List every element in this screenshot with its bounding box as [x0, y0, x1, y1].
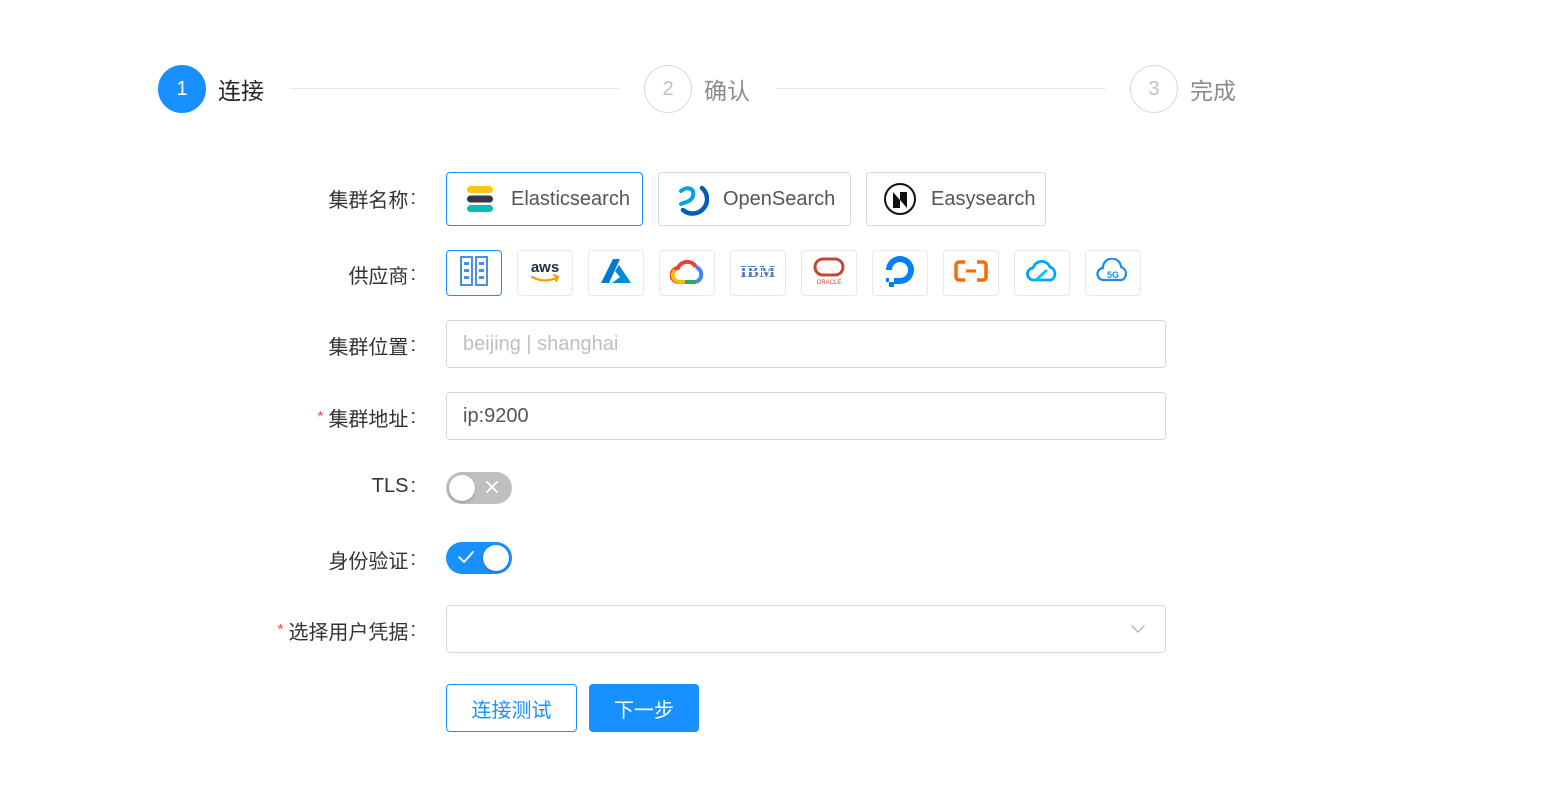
label-colon: : [410, 187, 416, 209]
step-divider [290, 88, 620, 89]
label-text: 身份验证 [328, 551, 409, 573]
credential-label: * 选择用户凭据: [277, 616, 416, 645]
provider-alibaba-cloud-button[interactable] [943, 250, 999, 296]
ibm-icon: IBM [738, 260, 778, 287]
provider-aws-button[interactable]: aws [517, 250, 573, 296]
azure-icon [600, 257, 632, 290]
required-mark: * [317, 408, 324, 426]
address-input[interactable]: ip:9200 [446, 392, 1166, 440]
distribution-elasticsearch-button[interactable]: Elasticsearch [446, 172, 643, 226]
alibaba-cloud-icon [954, 259, 988, 288]
step-title: 连接 [218, 78, 264, 104]
step-divider [776, 88, 1106, 89]
digitalocean-icon [883, 254, 917, 293]
step-title: 完成 [1190, 78, 1236, 104]
steps-bar: 1 连接 2 确认 3 完成 [158, 65, 1258, 113]
5g-icon-text: 5G [1107, 270, 1119, 280]
tencent-cloud-icon [1025, 258, 1059, 289]
aws-icon: aws [527, 257, 563, 290]
close-icon [484, 479, 500, 500]
provider-oracle-button[interactable]: ORACLE [801, 250, 857, 296]
label-text: 供应商 [348, 266, 409, 288]
label-text: TLS [371, 475, 409, 497]
distribution-label: Easysearch [931, 187, 1036, 210]
address-row: * 集群地址: ip:9200 [0, 392, 1542, 440]
label-colon: : [410, 406, 416, 428]
cluster-name-label: 集群名称: [328, 184, 416, 213]
distribution-label: Elasticsearch [511, 187, 630, 210]
tls-switch[interactable] [446, 472, 512, 504]
auth-switch[interactable] [446, 542, 512, 574]
provider-azure-button[interactable] [588, 250, 644, 296]
label-text: 集群名称 [328, 190, 409, 212]
connection-test-button[interactable]: 连接测试 [446, 684, 577, 732]
provider-row: 供应商: aws IBM ORACLE 5G [0, 250, 1542, 296]
svg-text:aws: aws [531, 259, 559, 276]
switch-knob [483, 545, 509, 571]
required-mark: * [277, 621, 284, 639]
location-label: 集群位置: [328, 331, 416, 360]
location-row: 集群位置: beijing | shanghai [0, 320, 1542, 368]
opensearch-icon [675, 182, 709, 216]
tls-row: TLS: [0, 472, 1542, 504]
label-text: 选择用户凭据 [288, 622, 409, 644]
5g-cloud-icon: 5G [1096, 256, 1130, 289]
auth-label: 身份验证: [328, 545, 416, 574]
provider-ibm-button[interactable]: IBM [730, 250, 786, 296]
address-label: * 集群地址: [317, 403, 416, 432]
auth-row: 身份验证: [0, 542, 1542, 574]
actions-row: 连接测试 下一步 [0, 684, 1542, 732]
switch-knob [449, 475, 475, 501]
google-cloud-icon [669, 257, 704, 290]
step-title: 确认 [704, 78, 750, 104]
label-colon: : [410, 334, 416, 356]
label-colon: : [410, 619, 416, 641]
provider-google-cloud-button[interactable] [659, 250, 715, 296]
label-colon: : [410, 263, 416, 285]
distribution-opensearch-button[interactable]: OpenSearch [658, 172, 851, 226]
on-premise-icon [460, 255, 488, 291]
elasticsearch-icon [463, 182, 497, 216]
location-input[interactable]: beijing | shanghai [446, 320, 1166, 368]
label-text: 集群地址 [328, 409, 409, 431]
distribution-label: OpenSearch [723, 187, 836, 210]
step-number: 3 [1130, 65, 1178, 113]
provider-digitalocean-button[interactable] [872, 250, 928, 296]
check-icon [457, 549, 475, 570]
credential-select[interactable] [446, 605, 1166, 653]
tls-label: TLS: [372, 475, 416, 498]
provider-tencent-cloud-button[interactable] [1014, 250, 1070, 296]
label-colon: : [410, 548, 416, 570]
step-connect: 1 连接 [158, 65, 264, 113]
step-number: 1 [158, 65, 206, 113]
label-colon: : [410, 475, 416, 497]
distribution-easysearch-button[interactable]: Easysearch [866, 172, 1046, 226]
provider-5g-cloud-button[interactable]: 5G [1085, 250, 1141, 296]
credential-row: * 选择用户凭据: [0, 605, 1542, 653]
oracle-icon-text: ORACLE [817, 280, 842, 286]
step-confirm: 2 确认 [644, 65, 750, 113]
provider-label: 供应商: [348, 260, 416, 289]
next-step-button[interactable]: 下一步 [589, 684, 699, 732]
step-complete: 3 完成 [1130, 65, 1236, 113]
chevron-down-icon [1129, 620, 1147, 644]
step-number: 2 [644, 65, 692, 113]
label-text: 集群位置 [328, 337, 409, 359]
oracle-icon: ORACLE [811, 256, 847, 291]
provider-on-premise-button[interactable] [446, 250, 502, 296]
easysearch-icon [883, 182, 917, 216]
cluster-name-row: 集群名称: Elasticsearch OpenSearch Easysearc… [0, 172, 1542, 226]
